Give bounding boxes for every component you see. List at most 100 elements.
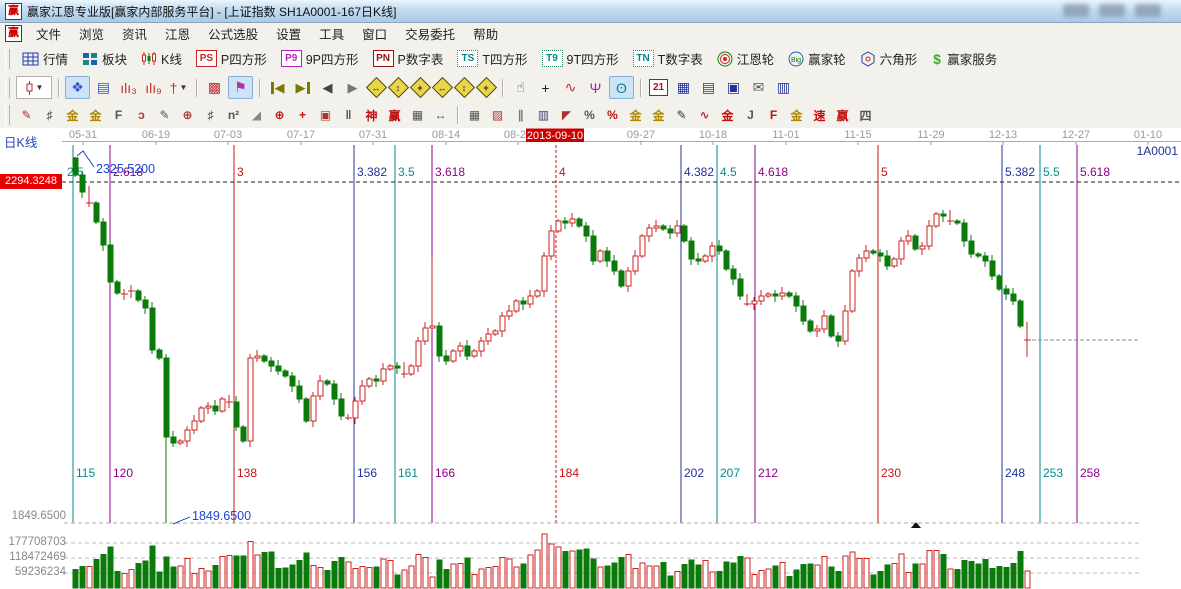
next-bar-button[interactable]: ▶: [341, 77, 364, 98]
p-table-button[interactable]: PNP数字表: [366, 47, 451, 70]
9p-square-button[interactable]: P99P四方形: [274, 47, 366, 70]
analysis-tool-9[interactable]: 金: [648, 106, 669, 125]
delivery-button[interactable]: ▥: [772, 77, 795, 98]
draw-tool-2[interactable]: ♯: [39, 106, 60, 125]
volume-bar-down: [395, 575, 400, 588]
analysis-tool-4[interactable]: ▥: [533, 106, 554, 125]
diamond-tool-3[interactable]: +: [410, 78, 430, 98]
wave-tool-button[interactable]: ∿: [559, 77, 582, 98]
notes-button[interactable]: ▤: [697, 77, 720, 98]
draw-tool-1[interactable]: ✎: [16, 106, 37, 125]
draw-tool-5[interactable]: F: [108, 106, 129, 125]
mail-button[interactable]: ✉: [747, 77, 770, 98]
period-selector[interactable]: ▼: [16, 76, 52, 99]
menu-item-6[interactable]: 设置: [267, 22, 310, 45]
diamond-tool-6[interactable]: +: [476, 78, 496, 98]
info-panel-button[interactable]: ▤: [92, 77, 115, 98]
draw-tool-17[interactable]: 赢: [384, 106, 405, 125]
winner-wheel-button[interactable]: Big赢家轮: [781, 47, 853, 70]
analysis-tool-11[interactable]: ∿: [694, 106, 715, 125]
draw-tool-12[interactable]: ⊕: [269, 106, 290, 125]
analysis-tool-18[interactable]: 四: [855, 106, 876, 125]
draw-tool-10[interactable]: n²: [223, 106, 244, 125]
draw-tool-14[interactable]: ▣: [315, 106, 336, 125]
calculator-button[interactable]: ▦: [672, 77, 695, 98]
toolbar-handle[interactable]: [5, 49, 10, 69]
draw-tool-4[interactable]: 金: [85, 106, 106, 125]
diamond-tool-1[interactable]: ↔: [366, 78, 386, 98]
calendar-button[interactable]: 21: [647, 77, 670, 98]
draw-tool-11[interactable]: ◢: [246, 106, 267, 125]
menu-item-7[interactable]: 工具: [310, 22, 353, 45]
draw-tool-3[interactable]: 金: [62, 106, 83, 125]
red-grid-button[interactable]: ▩: [203, 77, 226, 98]
prev-bar-button[interactable]: ◀: [316, 77, 339, 98]
diamond-tool-5[interactable]: ↕: [454, 78, 474, 98]
t-table-button[interactable]: TNT数字表: [626, 47, 710, 70]
gann-flower-button[interactable]: Ψ: [584, 77, 607, 98]
pan-hand-button[interactable]: ☝: [509, 77, 532, 98]
draw-tool-9[interactable]: ♯: [200, 106, 221, 125]
draw-tool-15[interactable]: ‖: [338, 106, 359, 125]
candle-style-selector[interactable]: †▼: [167, 77, 190, 98]
draw-tool-19[interactable]: ↔: [430, 106, 451, 125]
restore-button[interactable]: [1099, 4, 1125, 17]
menu-item-3[interactable]: 资讯: [113, 22, 156, 45]
analysis-tool-10[interactable]: ✎: [671, 106, 692, 125]
kline-button[interactable]: K线: [134, 47, 189, 70]
pattern-overlay-button[interactable]: ❖: [65, 76, 90, 99]
analysis-tool-14[interactable]: F: [763, 106, 784, 125]
date-tick-label: 01-10: [1134, 129, 1162, 141]
menu-item-1[interactable]: 文件: [27, 22, 70, 45]
menu-item-4[interactable]: 江恩: [156, 22, 199, 45]
menu-item-5[interactable]: 公式选股: [199, 22, 267, 45]
9t-square-button[interactable]: T99T四方形: [535, 47, 626, 70]
menu-item-2[interactable]: 浏览: [70, 22, 113, 45]
last-bar-button[interactable]: ▶: [291, 77, 314, 98]
analysis-tool-15[interactable]: 金: [786, 106, 807, 125]
t-square-button[interactable]: TST四方形: [450, 47, 534, 70]
crosshair-button[interactable]: +: [534, 77, 557, 98]
analysis-tool-17[interactable]: 嬴: [832, 106, 853, 125]
toolbar-handle[interactable]: [5, 105, 10, 125]
analysis-tool-13[interactable]: J: [740, 106, 761, 125]
analysis-tool-16[interactable]: 速: [809, 106, 830, 125]
trend-flag-button[interactable]: ⚑: [228, 76, 253, 99]
menu-item-8[interactable]: 窗口: [353, 22, 396, 45]
analysis-tool-1[interactable]: ▦: [464, 106, 485, 125]
analysis-tool-7[interactable]: %: [602, 106, 623, 125]
analysis-tool-3[interactable]: ∥: [510, 106, 531, 125]
kline-chart-canvas[interactable]: 05-3106-1907-0307-1707-3108-1408-2809-27…: [0, 128, 1181, 589]
application-window: 赢 赢家江恩专业版[赢家内部服务平台] - [上证指数 SH1A0001-167…: [0, 0, 1181, 589]
three-candle-button[interactable]: ılı₃: [117, 77, 140, 98]
minimize-button[interactable]: [1063, 4, 1089, 17]
hexagon-button[interactable]: 六角形: [853, 47, 925, 70]
chart-area[interactable]: 05-3106-1907-0307-1707-3108-1408-2809-27…: [0, 128, 1181, 589]
save-button[interactable]: ▣: [722, 77, 745, 98]
brain-tool-button[interactable]: ʘ: [609, 76, 634, 99]
p-square-button[interactable]: PSP四方形: [189, 47, 274, 70]
draw-tool-13[interactable]: +: [292, 106, 313, 125]
menu-item-10[interactable]: 帮助: [464, 22, 507, 45]
analysis-tool-6[interactable]: %: [579, 106, 600, 125]
analysis-tool-8[interactable]: 金: [625, 106, 646, 125]
first-bar-button[interactable]: ◀: [266, 77, 289, 98]
menu-item-9[interactable]: 交易委托: [396, 22, 464, 45]
analysis-tool-2[interactable]: ▨: [487, 106, 508, 125]
analysis-tool-12[interactable]: 金: [717, 106, 738, 125]
close-button[interactable]: [1135, 4, 1161, 17]
winner-service-button[interactable]: $赢家服务: [924, 47, 1004, 70]
diamond-tool-4[interactable]: ↔: [432, 78, 452, 98]
gann-wheel-button[interactable]: 江恩轮: [710, 47, 782, 70]
market-quotes-button[interactable]: 行情: [15, 47, 75, 70]
draw-tool-8[interactable]: ⊕: [177, 106, 198, 125]
diamond-tool-2[interactable]: ↕: [388, 78, 408, 98]
draw-tool-6[interactable]: ɔ: [131, 106, 152, 125]
draw-tool-18[interactable]: ▦: [407, 106, 428, 125]
sectors-button[interactable]: 板块: [75, 47, 134, 70]
toolbar-handle[interactable]: [5, 78, 10, 98]
analysis-tool-5[interactable]: ◤: [556, 106, 577, 125]
draw-tool-16[interactable]: 神: [361, 106, 382, 125]
nine-candle-button[interactable]: ılı₉: [142, 77, 165, 98]
draw-tool-7[interactable]: ✎: [154, 106, 175, 125]
